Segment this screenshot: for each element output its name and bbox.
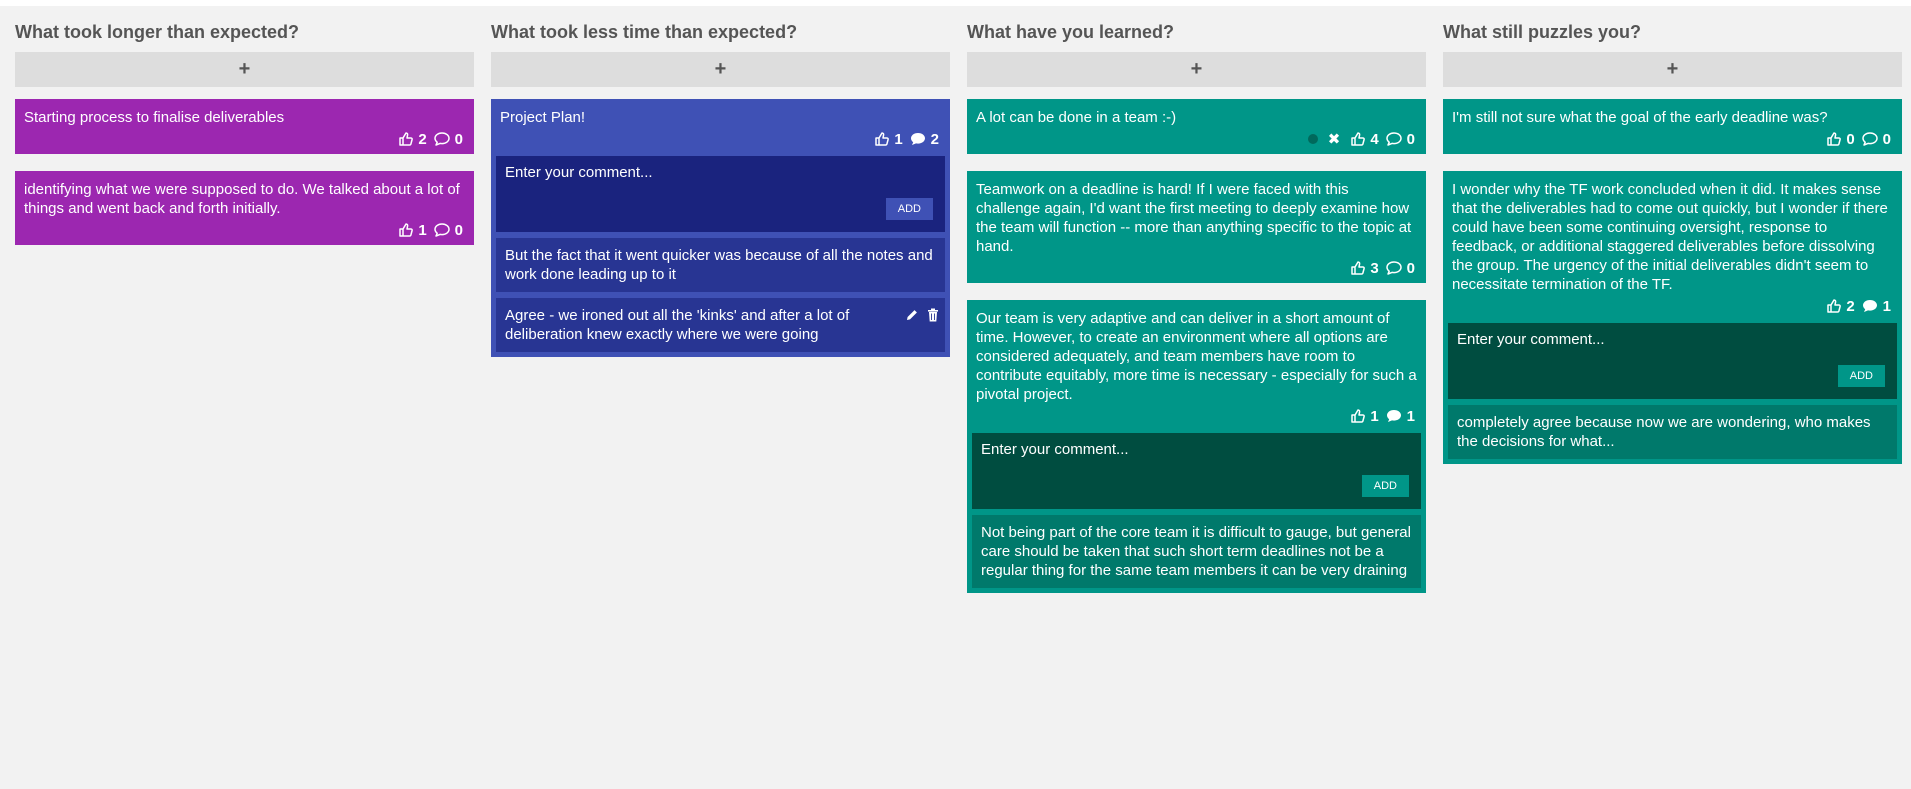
card-footer: 2 1 bbox=[1452, 297, 1893, 315]
pencil-icon[interactable] bbox=[905, 308, 919, 322]
add-card-button[interactable]: + bbox=[967, 52, 1426, 87]
card-footer: ✖ 4 0 bbox=[976, 130, 1417, 148]
comment-icon[interactable] bbox=[433, 222, 451, 238]
retro-card[interactable]: Teamwork on a deadline is hard! If I wer… bbox=[967, 171, 1426, 283]
card-text: Our team is very adaptive and can delive… bbox=[976, 310, 1417, 403]
retro-card[interactable]: Starting process to finalise deliverable… bbox=[15, 99, 474, 154]
comment-count: 0 bbox=[454, 130, 463, 148]
card-text: Teamwork on a deadline is hard! If I wer… bbox=[976, 181, 1412, 255]
column-title: What have you learned? bbox=[967, 22, 1175, 42]
comment-icon[interactable] bbox=[1861, 131, 1879, 147]
thumbs-up-icon[interactable] bbox=[398, 222, 414, 238]
comment-icon[interactable] bbox=[1385, 131, 1403, 147]
comment-item: Not being part of the core team it is di… bbox=[972, 515, 1421, 588]
trash-icon[interactable] bbox=[927, 308, 939, 322]
retro-card[interactable]: Project Plan! 1 2 ADD But the fact that … bbox=[491, 99, 950, 357]
thumbs-up-icon[interactable] bbox=[1826, 298, 1842, 314]
retro-card[interactable]: I wonder why the TF work concluded when … bbox=[1443, 171, 1902, 464]
thumbs-up-icon[interactable] bbox=[1350, 408, 1366, 424]
card-footer: 1 2 bbox=[500, 130, 941, 148]
comment-form: ADD bbox=[972, 433, 1421, 509]
thumbs-up-icon[interactable] bbox=[1350, 131, 1366, 147]
retro-card[interactable]: Our team is very adaptive and can delive… bbox=[967, 300, 1426, 593]
thumbs-up-icon[interactable] bbox=[398, 131, 414, 147]
top-bar bbox=[0, 0, 1911, 6]
comment-text: Agree - we ironed out all the 'kinks' an… bbox=[505, 307, 850, 343]
card-text: A lot can be done in a team :-) bbox=[976, 109, 1177, 126]
card-footer: 3 0 bbox=[976, 259, 1417, 277]
add-card-button[interactable]: + bbox=[491, 52, 950, 87]
close-icon[interactable]: ✖ bbox=[1328, 130, 1341, 148]
comment-count: 0 bbox=[454, 221, 463, 239]
like-count: 2 bbox=[1846, 297, 1855, 315]
column-longer-than-expected: What took longer than expected? + Starti… bbox=[15, 20, 474, 610]
comment-count: 0 bbox=[1406, 259, 1415, 277]
card-text: Starting process to finalise deliverable… bbox=[24, 109, 285, 126]
comment-filled-icon[interactable] bbox=[1385, 408, 1403, 424]
add-comment-button[interactable]: ADD bbox=[1361, 475, 1409, 497]
like-count: 0 bbox=[1846, 130, 1855, 148]
comment-filled-icon[interactable] bbox=[1861, 298, 1879, 314]
card-footer: 2 0 bbox=[24, 130, 465, 148]
comment-count: 2 bbox=[930, 130, 939, 148]
card-text: identifying what we were supposed to do.… bbox=[24, 181, 460, 217]
column-less-than-expected: What took less time than expected? + Pro… bbox=[491, 20, 950, 610]
comment-input[interactable] bbox=[505, 164, 936, 181]
retro-card[interactable]: identifying what we were supposed to do.… bbox=[15, 171, 474, 245]
like-count: 1 bbox=[418, 221, 427, 239]
status-dot-icon bbox=[1307, 134, 1318, 144]
comment-item: Agree - we ironed out all the 'kinks' an… bbox=[496, 298, 945, 352]
like-count: 1 bbox=[894, 130, 903, 148]
comment-input[interactable] bbox=[1457, 331, 1888, 348]
add-card-button[interactable]: + bbox=[1443, 52, 1902, 87]
comment-form: ADD bbox=[496, 156, 945, 232]
comment-input[interactable] bbox=[981, 441, 1412, 458]
thumbs-up-icon[interactable] bbox=[1350, 260, 1366, 276]
like-count: 4 bbox=[1370, 130, 1379, 148]
card-footer: 1 0 bbox=[24, 221, 465, 239]
comment-count: 0 bbox=[1882, 130, 1891, 148]
add-comment-button[interactable]: ADD bbox=[885, 198, 933, 220]
add-card-button[interactable]: + bbox=[15, 52, 474, 87]
like-count: 3 bbox=[1370, 259, 1379, 277]
comment-item: But the fact that it went quicker was be… bbox=[496, 238, 945, 292]
add-comment-button[interactable]: ADD bbox=[1837, 365, 1885, 387]
comment-actions bbox=[905, 308, 939, 322]
comment-item: completely agree because now we are wond… bbox=[1448, 405, 1897, 459]
comment-count: 1 bbox=[1406, 407, 1415, 425]
retro-card[interactable]: I'm still not sure what the goal of the … bbox=[1443, 99, 1902, 154]
card-text: Project Plan! bbox=[500, 109, 586, 126]
comment-form: ADD bbox=[1448, 323, 1897, 399]
card-text: I'm still not sure what the goal of the … bbox=[1452, 109, 1828, 126]
comment-filled-icon[interactable] bbox=[909, 131, 927, 147]
like-count: 1 bbox=[1370, 407, 1379, 425]
comment-icon[interactable] bbox=[1385, 260, 1403, 276]
card-text: I wonder why the TF work concluded when … bbox=[1452, 181, 1888, 293]
comment-count: 0 bbox=[1406, 130, 1415, 148]
thumbs-up-icon[interactable] bbox=[874, 131, 890, 147]
card-footer: 0 0 bbox=[1452, 130, 1893, 148]
column-title: What still puzzles you? bbox=[1443, 22, 1642, 42]
column-puzzles: What still puzzles you? + I'm still not … bbox=[1443, 20, 1902, 610]
column-title: What took longer than expected? bbox=[15, 22, 300, 42]
thumbs-up-icon[interactable] bbox=[1826, 131, 1842, 147]
retro-card[interactable]: A lot can be done in a team :-) ✖ 4 0 bbox=[967, 99, 1426, 154]
comment-icon[interactable] bbox=[433, 131, 451, 147]
like-count: 2 bbox=[418, 130, 427, 148]
card-footer: 1 1 bbox=[976, 407, 1417, 425]
comment-count: 1 bbox=[1882, 297, 1891, 315]
column-title: What took less time than expected? bbox=[491, 22, 798, 42]
column-learned: What have you learned? + A lot can be do… bbox=[967, 20, 1426, 610]
retro-board: What took longer than expected? + Starti… bbox=[15, 20, 1902, 610]
